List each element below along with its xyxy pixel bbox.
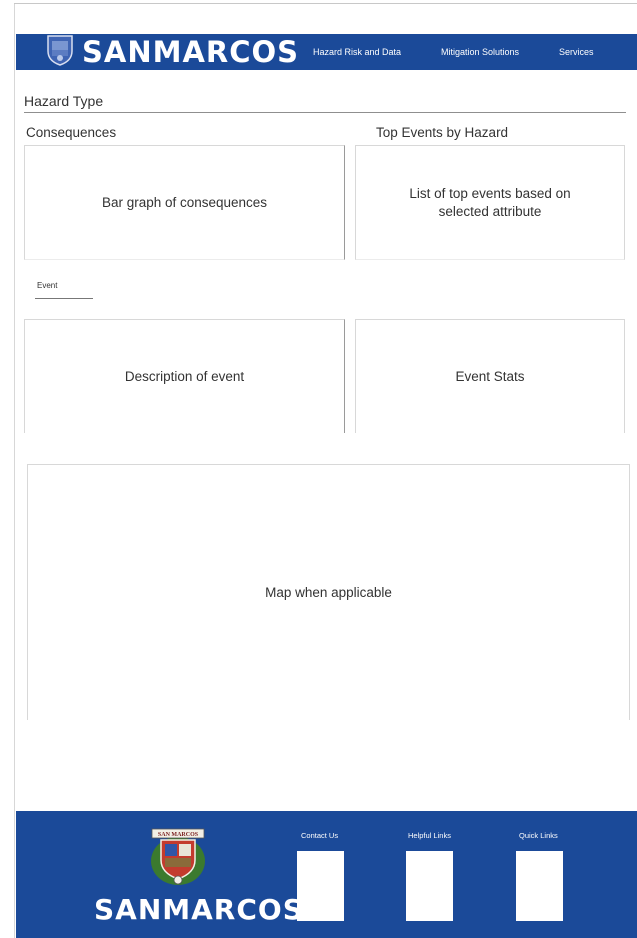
map-placeholder: Map when applicable: [265, 584, 392, 600]
nav-hazard-risk-and-data[interactable]: Hazard Risk and Data: [313, 34, 401, 70]
nav-mitigation-solutions[interactable]: Mitigation Solutions: [441, 34, 519, 70]
footer-quick-links-heading[interactable]: Quick Links: [519, 831, 558, 840]
site-footer: SAN MARCOS SANMARCOS Contact Us Helpful …: [16, 811, 637, 938]
consequences-title: Consequences: [26, 125, 117, 140]
consequences-placeholder: Bar graph of consequences: [101, 194, 268, 210]
footer-contact-us-heading[interactable]: Contact Us: [301, 831, 338, 840]
consequences-chart-panel: Bar graph of consequences: [24, 145, 345, 260]
footer-helpful-links-box[interactable]: [406, 851, 453, 921]
map-panel[interactable]: Map when applicable: [27, 464, 630, 720]
city-seal-icon: [47, 35, 73, 66]
footer-brand-wordmark: SANMARCOS: [94, 893, 304, 926]
hazard-type-divider: [24, 112, 626, 113]
event-stats-panel: Event Stats: [355, 319, 625, 433]
footer-quick-links-box[interactable]: [516, 851, 563, 921]
site-header: SANMARCOS Hazard Risk and Data Mitigatio…: [16, 34, 637, 70]
event-tab[interactable]: Event: [37, 281, 57, 290]
top-events-placeholder: List of top events based on selected att…: [409, 185, 571, 219]
seal-banner-text: SAN MARCOS: [158, 832, 199, 838]
footer-helpful-links-heading[interactable]: Helpful Links: [408, 831, 451, 840]
header-brand-wordmark: SANMARCOS: [82, 35, 300, 69]
event-description-panel: Description of event: [24, 319, 345, 433]
event-description-placeholder: Description of event: [124, 368, 245, 384]
top-events-panel: List of top events based on selected att…: [355, 145, 625, 260]
hazard-type-title: Hazard Type: [24, 93, 104, 109]
event-stats-placeholder: Event Stats: [455, 368, 525, 384]
top-divider: [14, 3, 637, 4]
page-edge: [14, 4, 15, 938]
nav-services[interactable]: Services: [559, 34, 594, 70]
top-events-title: Top Events by Hazard: [376, 125, 509, 140]
event-tab-underline: [35, 298, 93, 299]
footer-contact-us-box[interactable]: [297, 851, 344, 921]
header-logo[interactable]: SANMARCOS: [46, 34, 299, 70]
city-seal-icon: SAN MARCOS: [151, 828, 205, 885]
